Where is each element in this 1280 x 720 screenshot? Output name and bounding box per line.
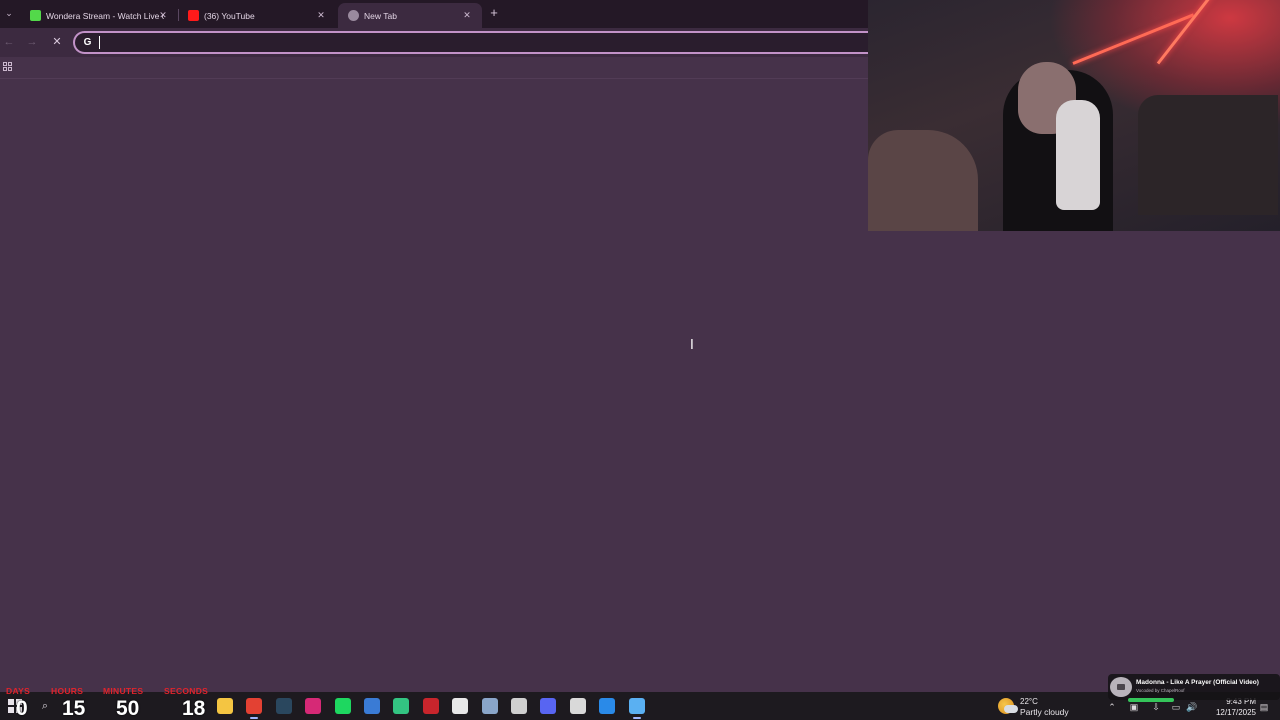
tab-close-icon[interactable]: ✕ (156, 8, 170, 22)
tab-youtube[interactable]: (36) YouTube ✕ (178, 3, 336, 28)
settings-icon[interactable] (481, 698, 498, 714)
weather-desc: Partly cloudy (1020, 707, 1069, 717)
now-playing-bar (1128, 698, 1174, 702)
app-blue2-icon[interactable] (599, 698, 616, 714)
app-paint-icon[interactable] (569, 698, 586, 714)
notepad-icon[interactable] (628, 698, 645, 719)
back-button[interactable]: ← (2, 35, 16, 49)
countdown-seconds-label: SECONDS (164, 686, 209, 696)
app-red-icon[interactable] (422, 698, 439, 714)
spotify-icon[interactable] (334, 698, 351, 714)
webcam-shelf (1138, 95, 1278, 215)
apps-grid-icon[interactable] (3, 62, 13, 72)
google-icon: G (83, 37, 92, 48)
app-c-icon[interactable] (452, 698, 469, 714)
countdown-days-label: DAYS (6, 686, 31, 696)
newtab-favicon-icon (348, 10, 359, 21)
app-green-icon[interactable] (393, 698, 410, 714)
notifications-icon[interactable]: ▤ (1258, 701, 1270, 713)
countdown-hours-value: 15 (62, 697, 86, 720)
file-explorer-icon[interactable] (217, 698, 233, 714)
countdown-seconds-value: 18 (182, 697, 206, 720)
tab-title: (36) YouTube (204, 11, 255, 21)
tab-close-icon[interactable]: ✕ (460, 8, 474, 22)
webcam-foreground (868, 130, 978, 231)
chrome-icon[interactable] (246, 698, 263, 719)
webcam-overlay (868, 0, 1280, 231)
tab-title: Wondera Stream - Watch Live o (46, 11, 164, 21)
text-caret (99, 36, 100, 49)
new-tab-button[interactable]: + (487, 6, 501, 20)
now-playing-widget: Madonna - Like A Prayer (Official Video)… (1108, 674, 1280, 702)
album-art-icon (1110, 677, 1132, 697)
text-cursor-icon: I (690, 338, 694, 353)
stop-loading-button[interactable]: ✕ (50, 35, 64, 49)
app-blue-icon[interactable] (364, 698, 380, 714)
countdown-values: 0 15 50 18 (8, 698, 218, 720)
now-playing-title: Madonna - Like A Prayer (Official Video) (1136, 679, 1259, 686)
countdown-hours-label: HOURS (51, 686, 84, 696)
tray-download-icon[interactable]: ⇩ (1150, 701, 1162, 713)
network-icon[interactable]: ▭ (1170, 701, 1182, 713)
weather-widget[interactable]: 22°C Partly cloudy (998, 696, 1078, 718)
clock-date: 12/17/2025 (1215, 708, 1256, 717)
address-bar[interactable]: G (73, 31, 873, 54)
obs-icon[interactable] (511, 698, 527, 714)
volume-icon[interactable]: 🔊 (1186, 701, 1198, 713)
cloud-icon (1004, 705, 1018, 713)
discord-icon[interactable] (540, 698, 557, 714)
countdown-minutes-value: 50 (116, 697, 140, 720)
instagram-icon[interactable] (305, 698, 322, 714)
tab-search-button[interactable]: ⌄ (2, 6, 16, 20)
youtube-favicon-icon (188, 10, 199, 21)
tab-title: New Tab (364, 11, 397, 21)
wondera-favicon-icon (30, 10, 41, 21)
countdown-days-value: 0 (16, 697, 28, 720)
microphone (1056, 100, 1100, 210)
tab-new-tab[interactable]: New Tab ✕ (338, 3, 482, 28)
weather-temp: 22°C (1020, 697, 1038, 706)
address-input[interactable] (97, 34, 857, 51)
tab-wondera[interactable]: Wondera Stream - Watch Live o ✕ (20, 3, 178, 28)
tab-close-icon[interactable]: ✕ (314, 8, 328, 22)
forward-button[interactable]: → (25, 35, 39, 49)
tray-app-icon[interactable]: ▣ (1128, 701, 1140, 713)
now-playing-subtitle: Vocoded by ChapelRoof (1136, 688, 1185, 693)
show-hidden-icons-icon[interactable]: ⌃ (1106, 701, 1118, 713)
steam-icon[interactable] (275, 698, 292, 714)
countdown-minutes-label: MINUTES (103, 686, 144, 696)
